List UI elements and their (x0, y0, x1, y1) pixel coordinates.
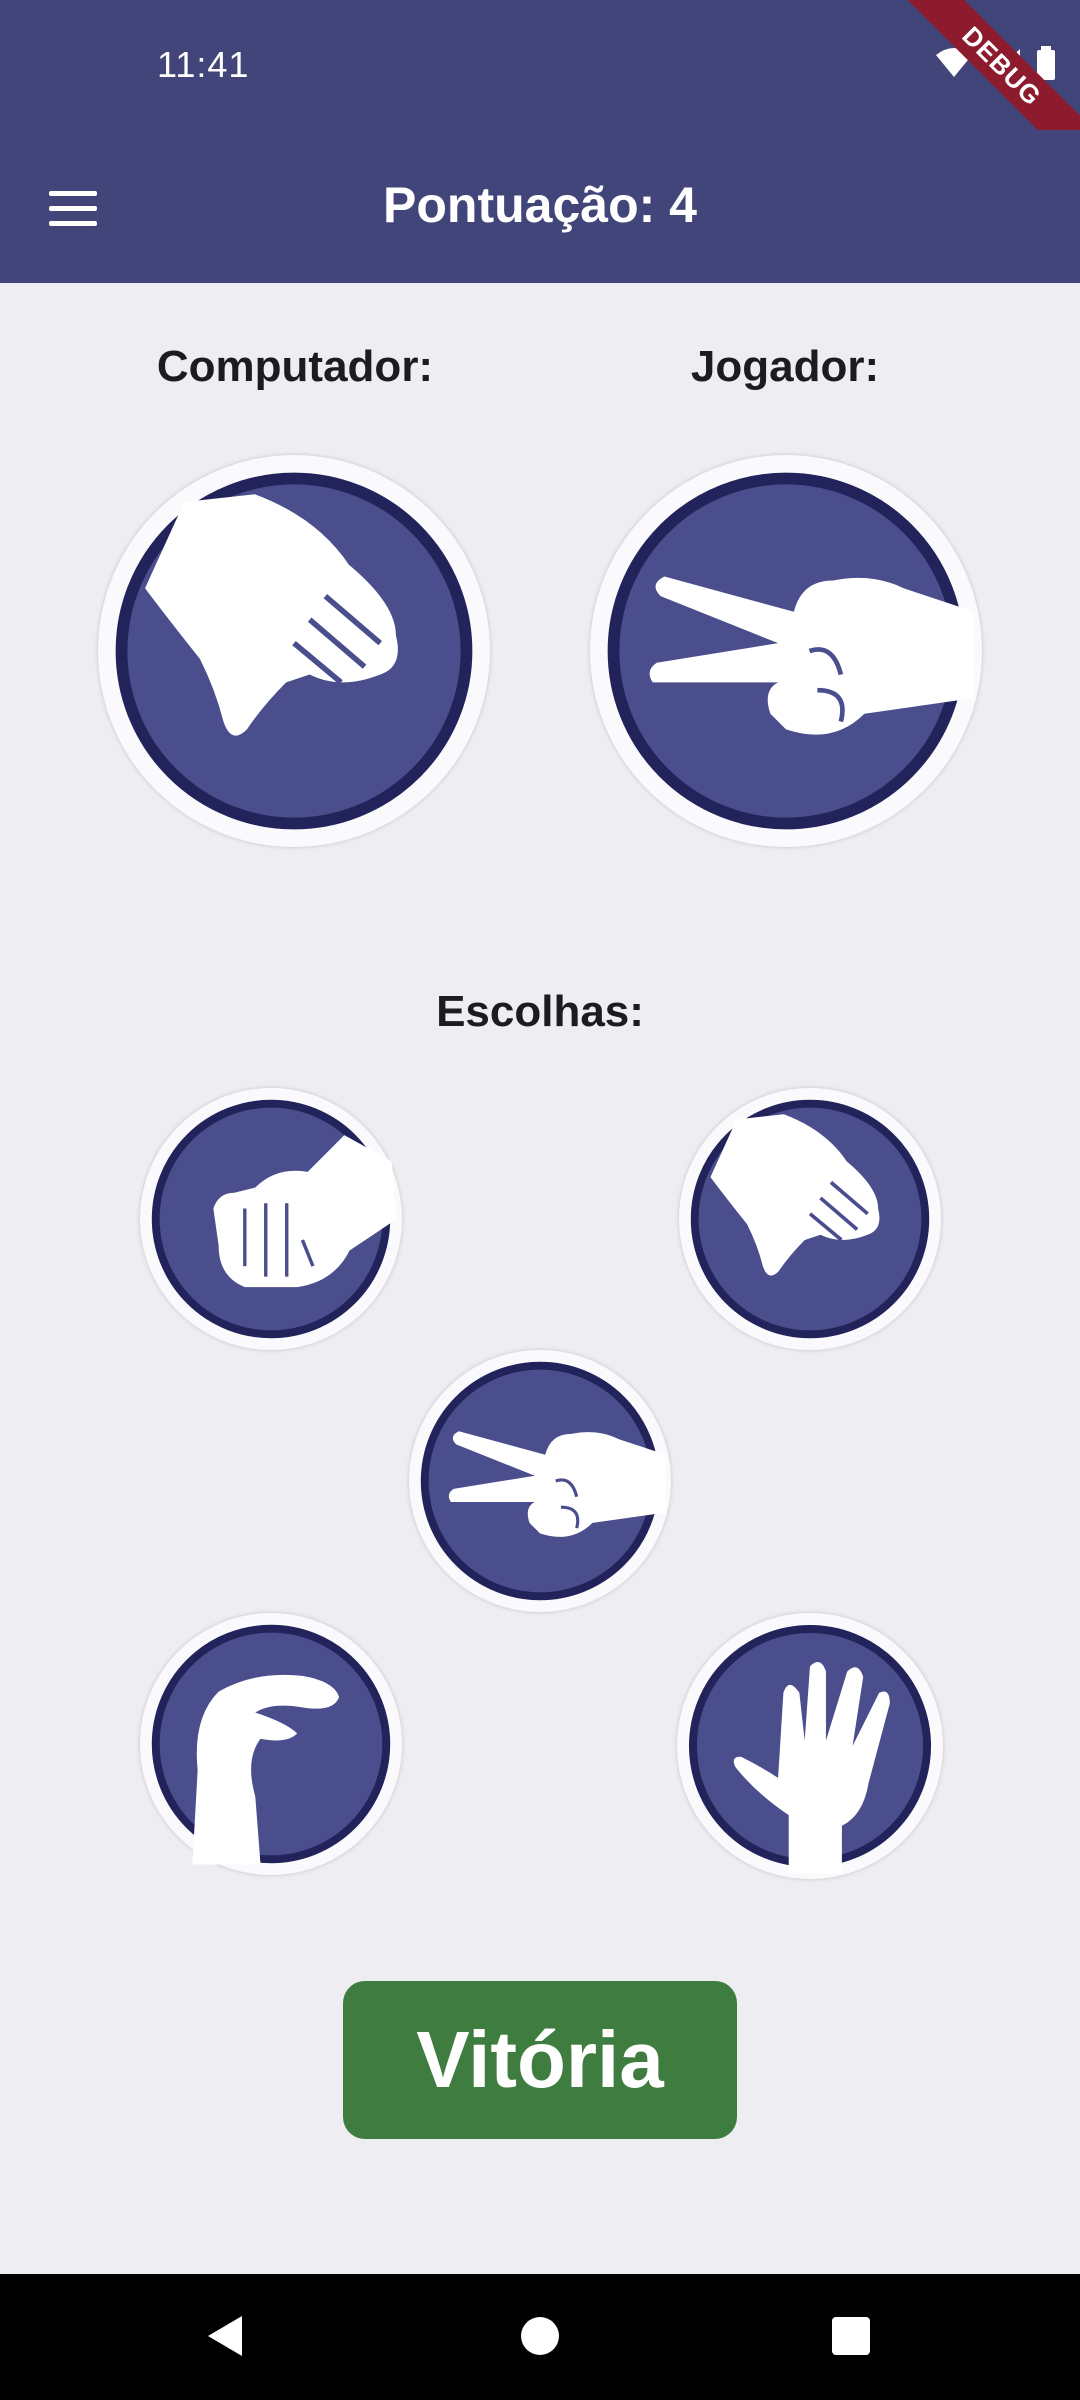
choice-lizard-button[interactable] (140, 1613, 402, 1875)
navigation-bar (0, 2274, 1080, 2400)
recents-square-icon[interactable] (830, 2312, 872, 2360)
page-title: Pontuação: 4 (383, 177, 697, 233)
app-bar: Pontuação: 4 (0, 130, 1080, 283)
status-bar: 11:41 DEBUG (0, 0, 1080, 187)
back-triangle-icon[interactable] (202, 2312, 250, 2360)
choice-paper-button[interactable] (679, 1088, 941, 1350)
choices-label: Escolhas: (436, 987, 644, 1036)
player-label: Jogador: (690, 342, 880, 391)
player-choice-scissors-image (590, 455, 982, 847)
result-button[interactable]: Vitória (343, 1981, 737, 2139)
computer-label: Computador: (156, 342, 434, 391)
choice-scissors-button[interactable] (409, 1350, 671, 1612)
computer-choice-paper-image (98, 455, 490, 847)
choice-rock-button[interactable] (140, 1088, 402, 1350)
home-circle-icon[interactable] (520, 2312, 560, 2360)
choice-spock-button[interactable] (677, 1613, 943, 1879)
status-time: 11:41 (157, 44, 250, 85)
